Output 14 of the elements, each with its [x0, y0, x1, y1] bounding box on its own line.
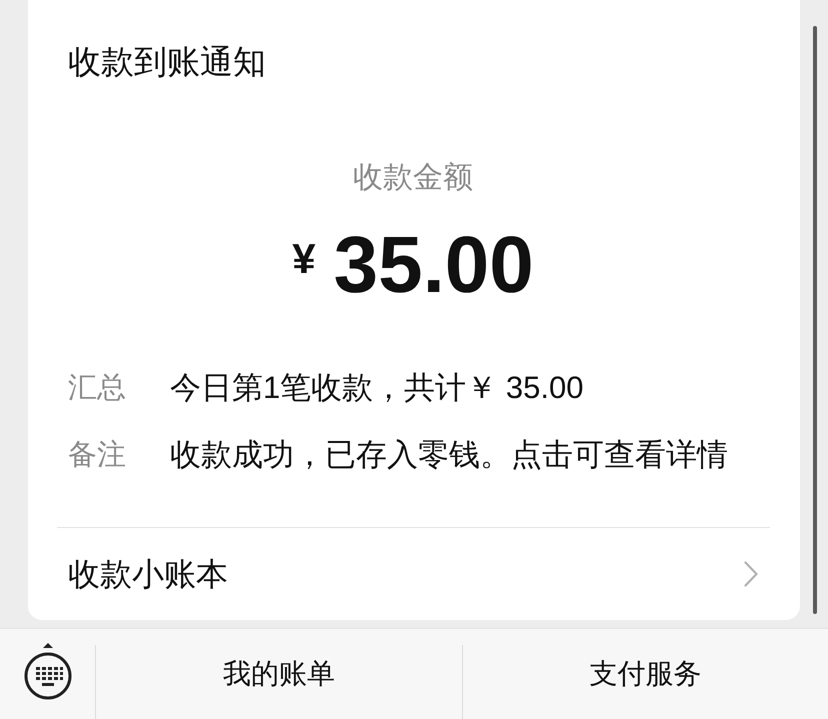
amount-label: 收款金额 — [353, 160, 473, 196]
menu-button[interactable]: 我的账单 — [222, 654, 335, 694]
amount-value: 35.00 — [334, 219, 534, 311]
menu-button[interactable]: 支付服务 — [589, 654, 702, 694]
scrollbar[interactable] — [813, 26, 817, 614]
chevron-right-icon — [744, 561, 758, 587]
currency-symbol: ¥ — [292, 235, 316, 283]
detail-value: 收款成功，已存入零钱。点击可查看详情 — [170, 436, 728, 474]
ledger-link[interactable]: 收款小账本 — [57, 528, 770, 620]
keyboard-icon[interactable] — [24, 643, 72, 701]
detail-value: 今日第1笔收款，共计￥ 35.00 — [170, 369, 584, 407]
detail-label: 汇总 — [68, 371, 127, 406]
detail-label: 备注 — [68, 438, 127, 473]
card-title: 收款到账通知 — [68, 42, 266, 82]
